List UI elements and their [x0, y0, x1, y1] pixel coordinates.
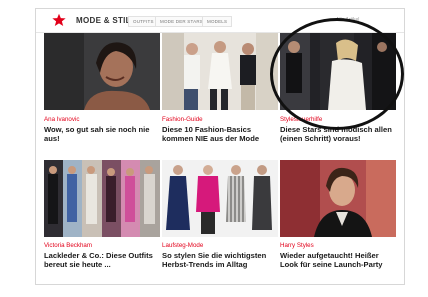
article-title[interactable]: Wow, so gut sah sie noch nie aus! — [44, 125, 158, 144]
article-image[interactable] — [162, 33, 278, 110]
article-category[interactable]: Victoria Beckham — [44, 242, 92, 249]
article-image[interactable] — [162, 160, 278, 237]
article-category[interactable]: Fashion-Guide — [162, 116, 203, 123]
article-title[interactable]: Lackleder & Co.: Diese Outfits bereut si… — [44, 251, 158, 270]
article-title[interactable]: Wieder aufgetaucht! Heißer Look für sein… — [280, 251, 394, 270]
section-title[interactable]: MODE & STIL — [76, 16, 131, 25]
tab-mode-der-stars[interactable]: MODE DER STARS — [155, 16, 208, 27]
article-category[interactable]: Laufsteg-Mode — [162, 242, 203, 249]
tab-models[interactable]: MODELS — [202, 16, 233, 27]
article-category[interactable]: Harry Styles — [280, 242, 314, 249]
red-star-icon[interactable] — [52, 13, 66, 27]
article-title[interactable]: So stylen Sie die wichtigsten Herbst-Tre… — [162, 251, 276, 270]
highlight-circle-annotation — [270, 18, 404, 130]
article-category[interactable]: Ana Ivanovic — [44, 116, 79, 123]
article-image[interactable] — [280, 160, 396, 237]
article-image[interactable] — [44, 160, 160, 237]
article-title[interactable]: Diese 10 Fashion-Basics kommen NIE aus d… — [162, 125, 276, 144]
article-image[interactable] — [44, 33, 160, 110]
